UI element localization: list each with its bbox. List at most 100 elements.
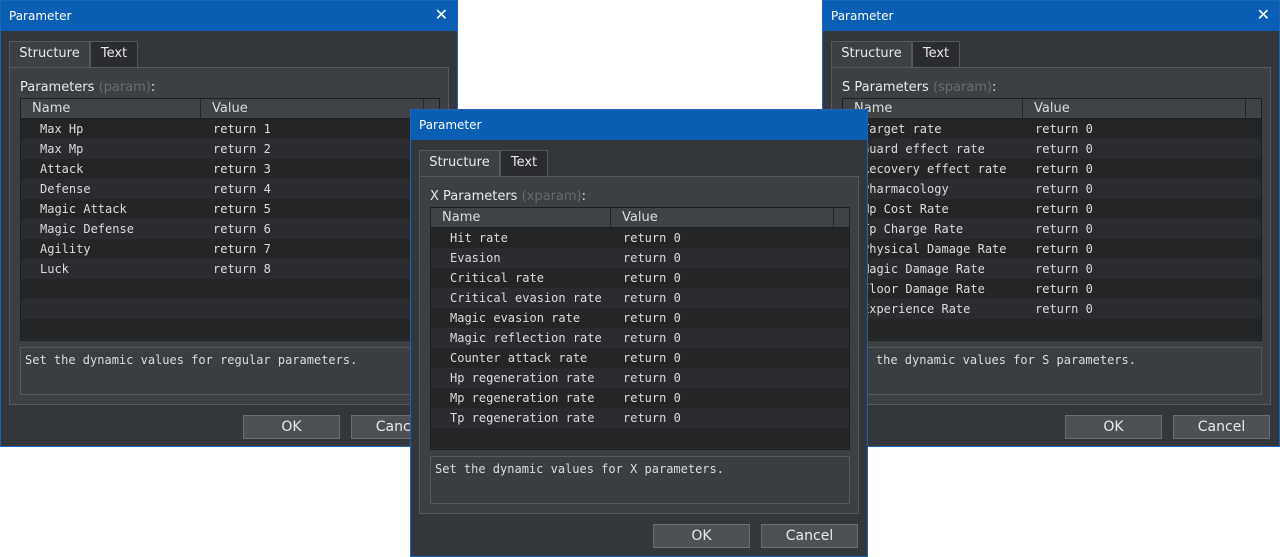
column-header-name[interactable]: Name xyxy=(431,208,611,227)
cancel-button[interactable]: Cancel xyxy=(1173,415,1270,439)
table-row[interactable]: Hit rate return 0 xyxy=(431,228,849,248)
row-value: return 0 xyxy=(623,251,681,265)
table-row[interactable]: Critical rate return 0 xyxy=(431,268,849,288)
column-header-name[interactable]: Name xyxy=(21,99,201,118)
table-row[interactable]: Recovery effect rate return 0 xyxy=(843,159,1261,179)
row-value: return 6 xyxy=(213,222,271,236)
table-row[interactable]: Tp Charge Rate return 0 xyxy=(843,219,1261,239)
tab-text[interactable]: Text xyxy=(500,150,548,176)
close-icon[interactable]: ✕ xyxy=(1257,6,1270,24)
table-row[interactable]: Mp Cost Rate return 0 xyxy=(843,199,1261,219)
tab-structure[interactable]: Structure xyxy=(9,41,90,67)
row-name: Max Hp xyxy=(40,122,84,136)
section-title: S Parameters xyxy=(842,80,929,95)
table-row[interactable]: Attack return 3 xyxy=(21,159,439,179)
close-icon[interactable]: ✕ xyxy=(435,6,448,24)
row-value: return 2 xyxy=(213,142,271,156)
row-name: Pharmacology xyxy=(862,182,949,196)
row-value: return 0 xyxy=(623,271,681,285)
row-name: Hit rate xyxy=(450,231,508,245)
table-row[interactable]: Agility return 7 xyxy=(21,239,439,259)
row-value: return 7 xyxy=(213,242,271,256)
row-value: return 0 xyxy=(1035,122,1093,136)
tab-structure[interactable]: Structure xyxy=(831,41,912,67)
table-row[interactable]: Pharmacology return 0 xyxy=(843,179,1261,199)
table-body: Max Hp return 1 Max Mp return 2 Attack retu… xyxy=(21,119,439,339)
ok-button[interactable]: OK xyxy=(653,524,750,548)
structure-panel: S Parameters (sparam): Name Value Target… xyxy=(831,67,1271,405)
title-bar: Parameter xyxy=(411,110,867,140)
row-name: Recovery effect rate xyxy=(862,162,1007,176)
row-value: return 0 xyxy=(623,391,681,405)
table-row[interactable]: Mp regeneration rate return 0 xyxy=(431,388,849,408)
xparam-table[interactable]: Name Value Hit rate return 0 Evasion retur… xyxy=(430,207,850,450)
row-name: Agility xyxy=(40,242,91,256)
table-header: Name Value xyxy=(843,99,1261,119)
row-value: return 1 xyxy=(213,122,271,136)
table-row[interactable]: Target rate return 0 xyxy=(843,119,1261,139)
table-row[interactable]: Magic reflection rate return 0 xyxy=(431,328,849,348)
table-row-empty[interactable] xyxy=(21,319,439,339)
row-value: return 0 xyxy=(623,331,681,345)
table-row[interactable]: Magic Damage Rate return 0 xyxy=(843,259,1261,279)
table-header: Name Value xyxy=(431,208,849,228)
table-row[interactable]: Experience Rate return 0 xyxy=(843,299,1261,319)
column-header-value[interactable]: Value xyxy=(1023,99,1246,118)
section-colon: : xyxy=(992,80,997,95)
table-row[interactable]: Magic Attack return 5 xyxy=(21,199,439,219)
row-name: Mp Cost Rate xyxy=(862,202,949,216)
table-row[interactable]: Evasion return 0 xyxy=(431,248,849,268)
tab-structure[interactable]: Structure xyxy=(419,150,500,176)
table-row-empty[interactable] xyxy=(843,319,1261,339)
table-row[interactable]: Luck return 8 xyxy=(21,259,439,279)
section-colon: : xyxy=(150,80,156,95)
column-header-value[interactable]: Value xyxy=(201,99,424,118)
table-row[interactable]: Defense return 4 xyxy=(21,179,439,199)
table-row[interactable]: Magic evasion rate return 0 xyxy=(431,308,849,328)
ok-button[interactable]: OK xyxy=(243,415,340,439)
row-value: return 0 xyxy=(1035,262,1093,276)
section-label: S Parameters (sparam): xyxy=(842,80,996,95)
column-header-name[interactable]: Name xyxy=(843,99,1023,118)
section-label: X Parameters (xparam): xyxy=(430,189,586,204)
ok-button[interactable]: OK xyxy=(1065,415,1162,439)
row-name: Magic evasion rate xyxy=(450,311,581,325)
table-row[interactable]: Max Mp return 2 xyxy=(21,139,439,159)
table-row[interactable]: Guard effect rate return 0 xyxy=(843,139,1261,159)
window-title: Parameter xyxy=(419,118,482,132)
row-value: return 0 xyxy=(1035,202,1093,216)
table-row[interactable]: Hp regeneration rate return 0 xyxy=(431,368,849,388)
row-value: return 3 xyxy=(213,162,271,176)
table-row[interactable]: Floor Damage Rate return 0 xyxy=(843,279,1261,299)
row-value: return 0 xyxy=(623,311,681,325)
table-body: Target rate return 0 Guard effect rate ret… xyxy=(843,119,1261,339)
table-row-empty[interactable] xyxy=(431,428,849,448)
table-row[interactable]: Tp regeneration rate return 0 xyxy=(431,408,849,428)
section-colon: : xyxy=(581,189,587,204)
table-row[interactable]: Counter attack rate return 0 xyxy=(431,348,849,368)
table-row-empty[interactable] xyxy=(21,279,439,299)
table-row[interactable]: Magic Defense return 6 xyxy=(21,219,439,239)
param-table[interactable]: Name Value Max Hp return 1 Max Mp return 2… xyxy=(20,98,440,341)
table-row[interactable]: Max Hp return 1 xyxy=(21,119,439,139)
tab-text[interactable]: Text xyxy=(912,41,960,67)
section-title: X Parameters xyxy=(430,189,518,204)
table-row[interactable]: Critical evasion rate return 0 xyxy=(431,288,849,308)
section-title: Parameters xyxy=(20,80,95,95)
row-name: Mp regeneration rate xyxy=(450,391,595,405)
title-bar: Parameter ✕ xyxy=(1,1,457,31)
row-name: Counter attack rate xyxy=(450,351,588,365)
row-value: return 0 xyxy=(1035,142,1093,156)
column-header-value[interactable]: Value xyxy=(611,208,834,227)
table-row[interactable]: Physical Damage Rate return 0 xyxy=(843,239,1261,259)
cancel-button[interactable]: Cancel xyxy=(761,524,858,548)
row-value: return 0 xyxy=(623,411,681,425)
sparam-table[interactable]: Name Value Target rate return 0 Guard eff… xyxy=(842,98,1262,341)
row-name: Floor Damage Rate xyxy=(862,282,985,296)
tab-text[interactable]: Text xyxy=(90,41,138,67)
row-name: Tp regeneration rate xyxy=(450,411,595,425)
table-row-empty[interactable] xyxy=(21,299,439,319)
sparam-dialog: Parameter ✕ Structure Text S Parameters … xyxy=(822,0,1280,447)
row-name: Critical rate xyxy=(450,271,544,285)
structure-panel: Parameters (param): Name Value Max Hp ret… xyxy=(9,67,449,405)
